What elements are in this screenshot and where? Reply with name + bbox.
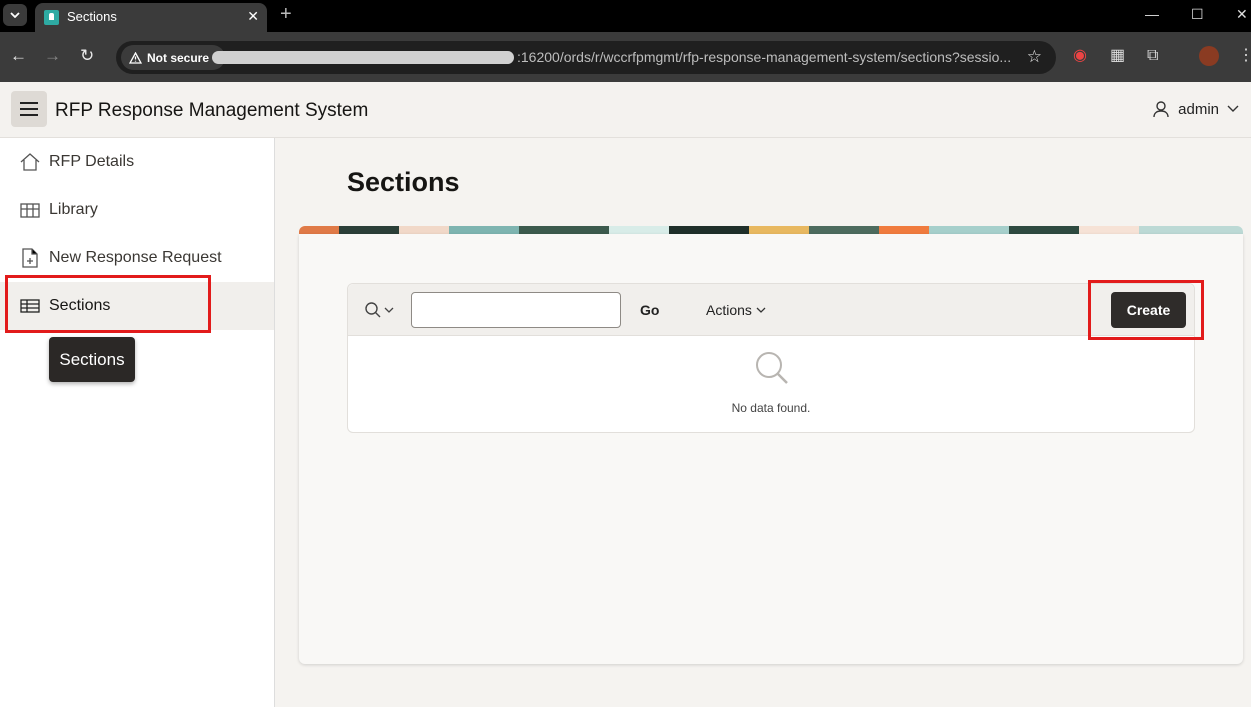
sections-tooltip: Sections bbox=[49, 337, 135, 382]
empty-search-icon bbox=[756, 352, 788, 384]
tab-title: Sections bbox=[67, 9, 117, 24]
new-tab-button[interactable]: + bbox=[280, 4, 292, 24]
interactive-report: Go Actions Create No data found. bbox=[347, 280, 1204, 433]
tab-list-button[interactable] bbox=[3, 4, 27, 26]
user-name: admin bbox=[1178, 100, 1219, 118]
go-button[interactable]: Go bbox=[640, 302, 659, 318]
sidebar-nav: RFP Details Library New Response Request… bbox=[0, 138, 275, 707]
app-title[interactable]: RFP Response Management System bbox=[55, 100, 368, 122]
reload-icon[interactable]: ↻ bbox=[80, 46, 94, 66]
app-favicon-icon bbox=[44, 10, 59, 25]
hamburger-line bbox=[20, 108, 38, 110]
report-toolbar: Go Actions Create bbox=[348, 280, 1204, 340]
warning-icon bbox=[129, 51, 142, 64]
forward-icon[interactable]: → bbox=[44, 46, 61, 66]
redacted-host bbox=[212, 51, 514, 64]
content-card: Go Actions Create No data found. bbox=[299, 234, 1243, 664]
minimize-icon[interactable]: — bbox=[1145, 6, 1159, 22]
highlight-box-create bbox=[1088, 280, 1204, 340]
actions-menu-button[interactable]: Actions bbox=[706, 302, 766, 318]
address-bar[interactable]: Not secure :16200/ords/r/wccrfpmgmt/rfp-… bbox=[116, 41, 1056, 74]
security-label: Not secure bbox=[147, 50, 210, 65]
highlight-box-sections bbox=[5, 275, 211, 333]
search-column-selector[interactable] bbox=[364, 301, 394, 319]
app-header: RFP Response Management System admin bbox=[0, 82, 1251, 138]
actions-label: Actions bbox=[706, 302, 752, 318]
document-add-icon bbox=[22, 248, 38, 268]
search-icon bbox=[365, 302, 381, 318]
sidebar-item-label: New Response Request bbox=[49, 249, 222, 266]
chevron-down-icon bbox=[1227, 105, 1239, 112]
user-icon bbox=[1153, 101, 1169, 118]
user-menu[interactable]: admin bbox=[1152, 100, 1239, 118]
qr-code-icon[interactable]: ▦ bbox=[1110, 47, 1125, 65]
main-content: Sections Go Actions Create No data found… bbox=[275, 138, 1251, 707]
screen-record-icon[interactable]: ◉ bbox=[1073, 47, 1087, 65]
sidebar-item-label: Library bbox=[49, 201, 98, 218]
browser-tab[interactable]: Sections ✕ bbox=[35, 3, 267, 32]
empty-message: No data found. bbox=[731, 401, 811, 415]
sidebar-item-rfp-details[interactable]: RFP Details bbox=[0, 138, 274, 186]
chevron-down-icon bbox=[756, 307, 766, 313]
hamburger-line bbox=[20, 114, 38, 116]
browser-toolbar: ← → ↻ Not secure :16200/ords/r/wccrfpmgm… bbox=[0, 32, 1251, 82]
chevron-down-icon bbox=[10, 12, 20, 18]
chevron-down-icon bbox=[384, 307, 394, 313]
grid-icon bbox=[20, 203, 40, 218]
extensions-icon[interactable]: ⧉ bbox=[1147, 47, 1158, 65]
security-chip[interactable]: Not secure bbox=[121, 45, 225, 70]
url-text[interactable]: :16200/ords/r/wccrfpmgmt/rfp-response-ma… bbox=[517, 49, 1011, 65]
page-title: Sections bbox=[347, 167, 460, 197]
bookmark-star-icon[interactable]: ☆ bbox=[1027, 47, 1042, 67]
hamburger-menu-button[interactable] bbox=[11, 91, 47, 127]
window-close-icon[interactable]: ✕ bbox=[1236, 6, 1248, 23]
profile-avatar[interactable] bbox=[1199, 46, 1219, 66]
sidebar-item-label: RFP Details bbox=[49, 153, 135, 170]
home-icon bbox=[20, 153, 40, 171]
menu-dots-icon[interactable]: ⋮ bbox=[1238, 47, 1251, 65]
browser-tab-bar: Sections ✕ + — ☐ ✕ bbox=[0, 0, 1251, 32]
hamburger-line bbox=[20, 102, 38, 104]
sidebar-item-library[interactable]: Library bbox=[0, 186, 274, 234]
maximize-icon[interactable]: ☐ bbox=[1191, 6, 1204, 23]
search-input[interactable] bbox=[411, 292, 621, 328]
close-tab-icon[interactable]: ✕ bbox=[247, 8, 259, 25]
back-icon[interactable]: ← bbox=[10, 46, 27, 66]
